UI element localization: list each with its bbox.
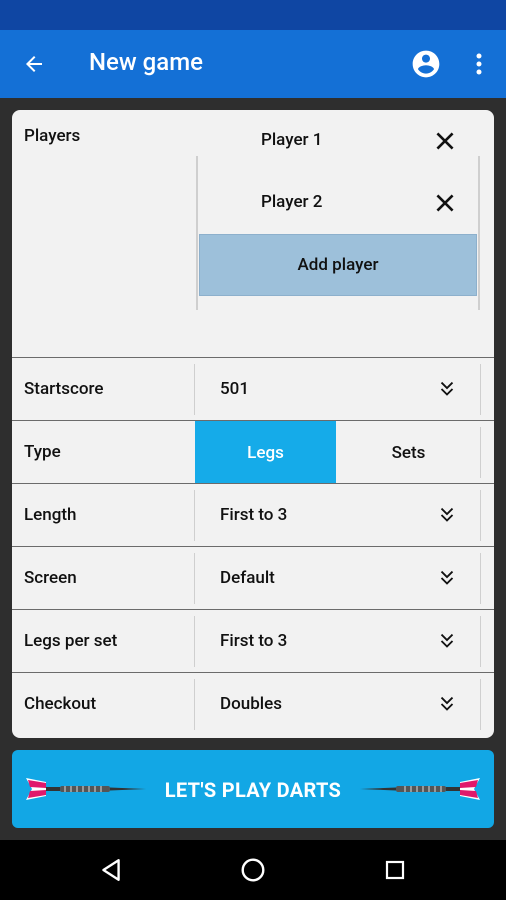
screen-label: Screen bbox=[24, 568, 77, 588]
chevron-double-down-icon[interactable] bbox=[436, 567, 458, 589]
checkout-select[interactable]: Doubles bbox=[220, 694, 282, 714]
nav-back-icon bbox=[102, 859, 120, 881]
game-settings-card: Players Player 1 Player 2 Add player Sta… bbox=[12, 110, 494, 738]
divider bbox=[194, 616, 195, 667]
chevron-double-down-icon[interactable] bbox=[436, 693, 458, 715]
nav-home-button[interactable] bbox=[238, 855, 268, 885]
screen-select[interactable]: Default bbox=[220, 568, 275, 588]
legs-per-set-row: Legs per set First to 3 bbox=[12, 609, 494, 672]
divider bbox=[194, 553, 195, 604]
player-name[interactable]: Player 2 bbox=[261, 192, 322, 212]
type-sets-toggle[interactable]: Sets bbox=[337, 421, 480, 484]
startscore-label: Startscore bbox=[24, 379, 104, 399]
checkout-row: Checkout Doubles bbox=[12, 672, 494, 735]
divider bbox=[194, 364, 195, 415]
dart-icon bbox=[360, 778, 480, 800]
player-row: Player 2 bbox=[196, 172, 486, 234]
page-title: New game bbox=[89, 48, 203, 76]
length-row: Length First to 3 bbox=[12, 483, 494, 546]
chevron-double-down-icon[interactable] bbox=[436, 378, 458, 400]
play-darts-button[interactable]: LET'S PLAY DARTS bbox=[12, 750, 494, 828]
close-icon bbox=[436, 132, 454, 150]
length-label: Length bbox=[24, 505, 77, 525]
nav-back-button[interactable] bbox=[96, 855, 126, 885]
divider bbox=[480, 679, 481, 730]
type-legs-toggle[interactable]: Legs bbox=[195, 421, 336, 484]
legs-per-set-select[interactable]: First to 3 bbox=[220, 631, 287, 651]
nav-recents-icon bbox=[385, 860, 405, 880]
legs-per-set-label: Legs per set bbox=[24, 631, 118, 651]
account-circle-icon bbox=[412, 50, 440, 78]
checkout-label: Checkout bbox=[24, 694, 97, 714]
status-bar bbox=[0, 0, 506, 30]
length-select[interactable]: First to 3 bbox=[220, 505, 287, 525]
divider bbox=[480, 553, 481, 604]
app-bar: New game bbox=[0, 30, 506, 98]
more-vert-icon bbox=[476, 53, 482, 75]
players-section: Players Player 1 Player 2 Add player bbox=[12, 110, 494, 358]
chevron-double-down-icon[interactable] bbox=[436, 504, 458, 526]
arrow-back-icon bbox=[26, 56, 42, 72]
divider bbox=[480, 427, 481, 478]
remove-player-button[interactable] bbox=[432, 190, 458, 216]
remove-player-button[interactable] bbox=[432, 128, 458, 154]
players-label: Players bbox=[24, 126, 81, 146]
divider bbox=[480, 364, 481, 415]
nav-home-icon bbox=[241, 858, 265, 882]
screen-row: Screen Default bbox=[12, 546, 494, 609]
add-player-button[interactable]: Add player bbox=[199, 234, 477, 296]
close-icon bbox=[436, 194, 454, 212]
system-nav-bar bbox=[0, 840, 506, 900]
chevron-double-down-icon[interactable] bbox=[436, 630, 458, 652]
content-area: Players Player 1 Player 2 Add player Sta… bbox=[0, 98, 506, 840]
startscore-row: Startscore 501 bbox=[12, 357, 494, 420]
type-row: Type Legs Sets bbox=[12, 420, 494, 484]
divider bbox=[480, 490, 481, 541]
player-name[interactable]: Player 1 bbox=[261, 130, 322, 150]
divider bbox=[194, 490, 195, 541]
type-label: Type bbox=[24, 442, 61, 462]
account-button[interactable] bbox=[410, 48, 442, 80]
divider bbox=[194, 679, 195, 730]
back-button[interactable] bbox=[16, 46, 52, 82]
player-row: Player 1 bbox=[196, 110, 486, 172]
nav-recents-button[interactable] bbox=[380, 855, 410, 885]
startscore-select[interactable]: 501 bbox=[220, 379, 249, 399]
divider bbox=[480, 616, 481, 667]
more-options-button[interactable] bbox=[466, 48, 492, 80]
